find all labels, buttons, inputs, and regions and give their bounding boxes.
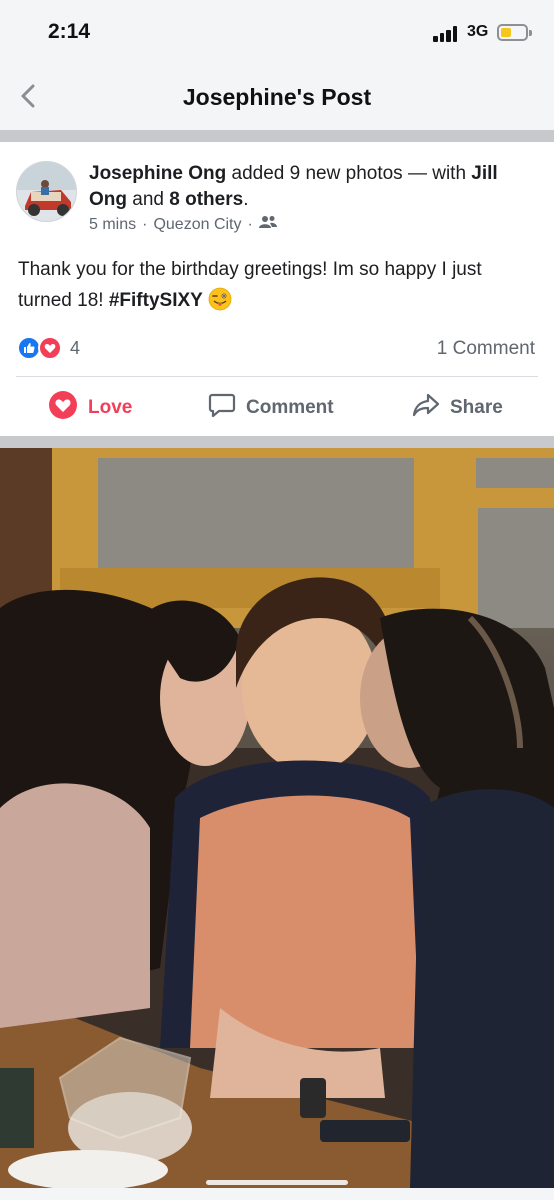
love-label: Love — [88, 397, 133, 418]
divider — [0, 436, 554, 448]
status-time: 2:14 — [48, 20, 91, 43]
reactions-summary[interactable]: 4 — [17, 336, 80, 360]
winking-tongue-emoji — [208, 287, 232, 311]
friends-audience-icon — [258, 215, 277, 234]
author-name[interactable]: Josephine Ong — [89, 163, 226, 184]
status-bar: 2:14 3G — [0, 0, 554, 64]
share-button[interactable]: Share — [412, 392, 503, 424]
comment-label: Comment — [246, 397, 334, 418]
signal-icon — [433, 26, 459, 42]
comment-button[interactable]: Comment — [208, 392, 334, 424]
share-label: Share — [450, 397, 503, 418]
network-type: 3G — [467, 23, 489, 40]
home-indicator[interactable] — [206, 1180, 348, 1185]
post-header: Josephine Ong added 9 new photos — with … — [89, 161, 529, 213]
post-body: Thank you for the birthday greetings! Im… — [18, 254, 538, 316]
post-photo[interactable] — [0, 448, 554, 1188]
post-time[interactable]: 5 mins — [89, 216, 136, 234]
battery-icon — [497, 24, 532, 41]
love-reaction-icon — [38, 336, 62, 360]
bottom-safe-area — [0, 1188, 554, 1200]
post-location[interactable]: Quezon City — [153, 216, 241, 234]
divider — [0, 130, 554, 142]
page-title: Josephine's Post — [182, 84, 372, 110]
nav-bar: Josephine's Post — [0, 64, 554, 130]
share-icon — [412, 391, 440, 425]
divider — [16, 376, 538, 377]
heart-icon — [48, 390, 78, 426]
hashtag-link[interactable]: #FiftySIXY — [109, 290, 203, 311]
post-text: Thank you for the birthday greetings! Im… — [18, 259, 482, 311]
comment-icon — [208, 391, 236, 425]
post-card: Josephine Ong added 9 new photos — with … — [0, 142, 554, 436]
comment-count[interactable]: 1 Comment — [437, 338, 535, 360]
period: . — [243, 189, 249, 210]
tagged-others[interactable]: 8 others — [169, 189, 243, 210]
and-text: and — [127, 189, 170, 210]
reaction-count: 4 — [70, 337, 81, 358]
avatar[interactable] — [16, 161, 77, 222]
post-action-text: added 9 new photos — with — [226, 163, 472, 184]
post-meta: 5 mins · Quezon City · — [89, 215, 277, 234]
love-button[interactable]: Love — [48, 390, 133, 426]
